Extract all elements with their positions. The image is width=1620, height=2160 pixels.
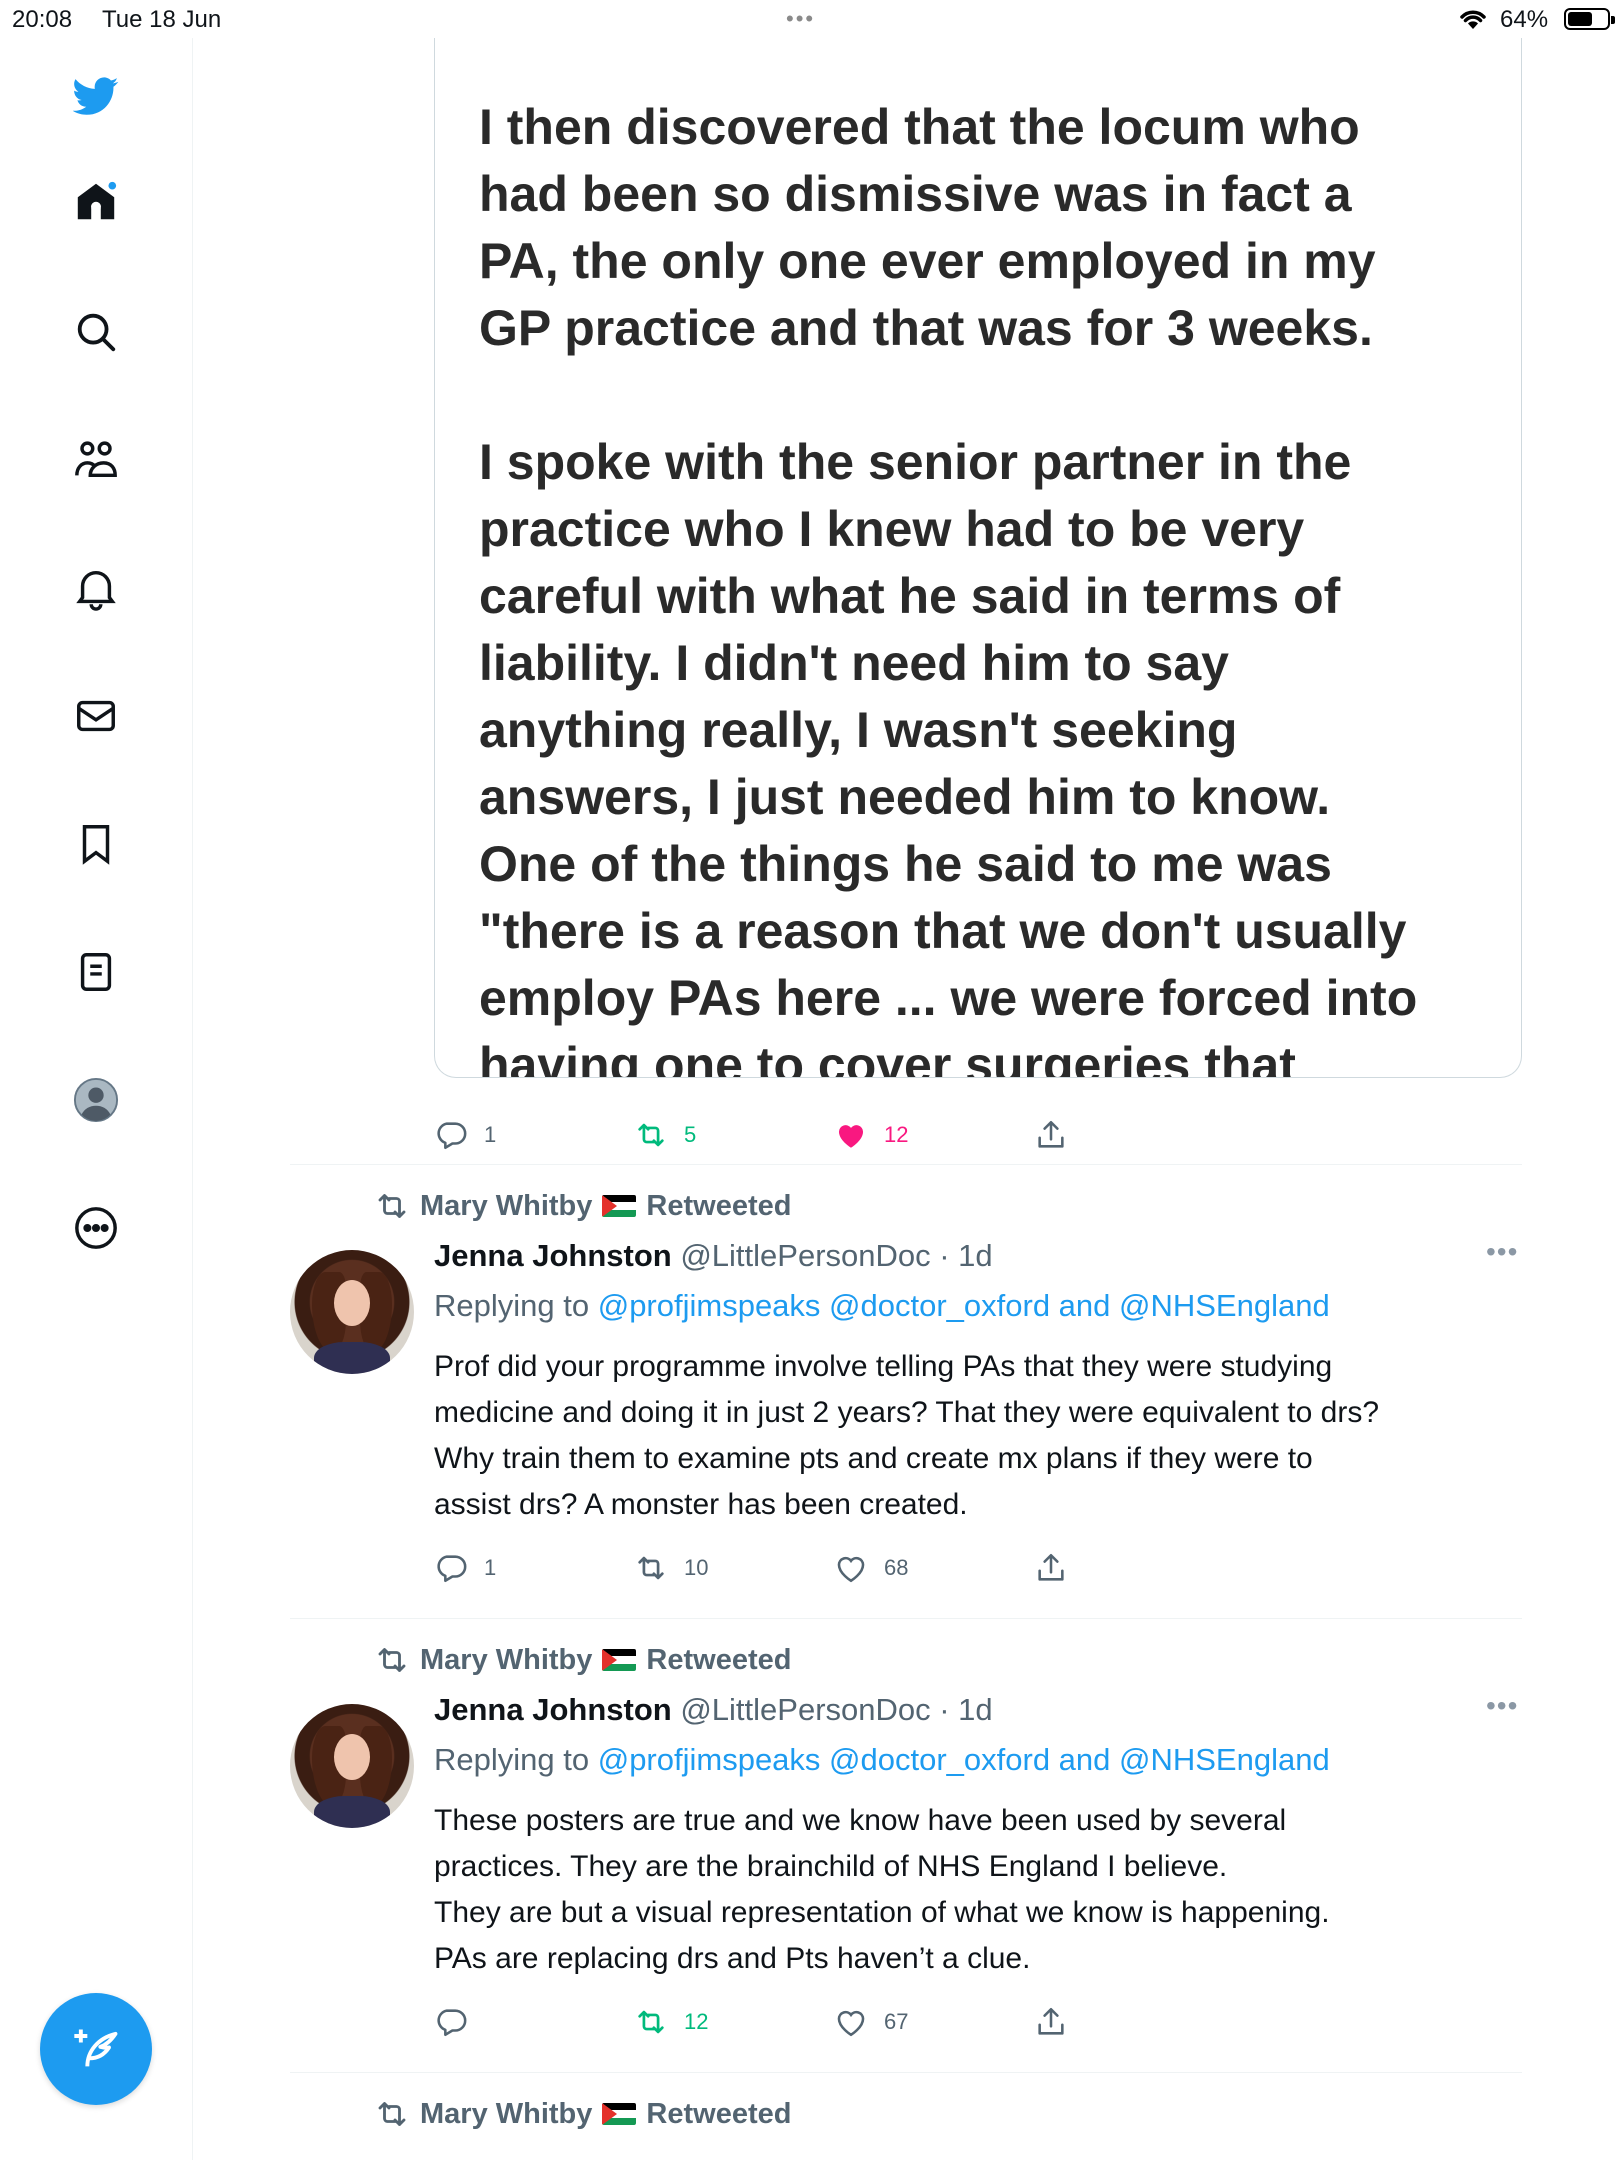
like-button[interactable]: 12 xyxy=(834,1115,908,1155)
retweet-icon xyxy=(638,2010,664,2034)
tweet-more-icon[interactable]: ••• xyxy=(1486,1236,1518,1268)
retweeter-name[interactable]: Mary Whitby xyxy=(420,1644,592,1677)
battery-fill xyxy=(1568,12,1593,26)
reply-icon xyxy=(437,1555,467,1583)
avatar[interactable] xyxy=(290,1250,414,1374)
heart-filled-icon xyxy=(838,1125,864,1148)
compose-tweet-button[interactable] xyxy=(40,1993,152,2105)
battery-percent: 64% xyxy=(1500,6,1549,33)
retweeted-label: Retweeted xyxy=(646,1189,792,1222)
heart-icon xyxy=(837,2010,865,2037)
tweet-header: Jenna Johnston @LittlePersonDoc · 1d xyxy=(434,1692,993,1730)
replying-to-label: Replying to xyxy=(434,1288,598,1323)
share-icon xyxy=(1038,2007,1064,2035)
timeline-feed[interactable]: I then discovered that the locum who had… xyxy=(194,38,1620,2160)
search-icon[interactable] xyxy=(66,302,126,362)
reply-count: 1 xyxy=(484,1122,497,1147)
communities-icon[interactable] xyxy=(66,430,126,490)
battery-icon xyxy=(1564,8,1615,30)
bookmark-icon[interactable] xyxy=(66,814,126,874)
palestine-flag-icon xyxy=(602,1649,637,1671)
tweet-text: Prof did your programme involve telling … xyxy=(434,1350,1379,1521)
avatar[interactable] xyxy=(290,1704,414,1828)
reply-button[interactable] xyxy=(434,2002,484,2042)
retweeted-by-line: Mary Whitby Retweeted xyxy=(374,1642,791,1678)
tweet-actions-3: 12 67 xyxy=(434,2002,1064,2042)
heart-icon xyxy=(837,1556,865,1583)
multitasking-dots-icon[interactable]: ••• xyxy=(786,6,815,32)
like-count: 67 xyxy=(884,2009,909,2034)
tweet[interactable]: Mary Whitby Retweeted Jenna Johnston @Li… xyxy=(290,1618,1522,2072)
author-name[interactable]: Jenna Johnston xyxy=(434,1238,672,1273)
retweeted-by-line: Mary Whitby Retweeted xyxy=(374,1188,791,1224)
share-icon xyxy=(1038,1120,1064,1148)
retweet-icon xyxy=(378,2102,406,2126)
author-name[interactable]: Jenna Johnston xyxy=(434,1692,672,1727)
lists-icon[interactable] xyxy=(66,942,126,1002)
bell-icon[interactable] xyxy=(66,558,126,618)
like-count: 68 xyxy=(884,1555,909,1580)
status-bar: 20:08 Tue 18 Jun ••• 64% xyxy=(0,0,1620,38)
reply-icon xyxy=(437,2009,467,2037)
retweeted-label: Retweeted xyxy=(646,1643,792,1676)
retweet-button[interactable]: 5 xyxy=(634,1115,696,1155)
status-date: Tue 18 Jun xyxy=(102,6,222,33)
tweet[interactable]: Mary Whitby Retweeted xyxy=(290,2072,1522,2160)
reply-button[interactable]: 1 xyxy=(434,1115,496,1155)
retweeter-name[interactable]: Mary Whitby xyxy=(420,1190,592,1223)
like-button[interactable]: 68 xyxy=(834,1548,908,1588)
like-button[interactable]: 67 xyxy=(834,2002,908,2042)
twitter-bird-icon[interactable] xyxy=(66,66,126,126)
retweeter-name[interactable]: Mary Whitby xyxy=(420,2098,592,2131)
tweet-image-card[interactable]: I then discovered that the locum who had… xyxy=(434,38,1522,1078)
share-icon xyxy=(1038,1553,1064,1581)
status-time: 20:08 xyxy=(12,6,73,33)
retweet-button[interactable]: 12 xyxy=(634,2002,708,2042)
like-count: 12 xyxy=(884,1122,909,1147)
tweet-text: These posters are true and we know have … xyxy=(434,1804,1330,1975)
tweet[interactable]: Mary Whitby Retweeted Jenna Johnston @Li… xyxy=(290,1164,1522,1618)
share-button[interactable] xyxy=(1034,2002,1068,2042)
tweet-image-text: I then discovered that the locum who had… xyxy=(479,99,1418,1078)
retweet-count: 12 xyxy=(684,2009,709,2034)
author-handle-time[interactable]: @LittlePersonDoc · 1d xyxy=(680,1238,992,1273)
author-handle-time[interactable]: @LittlePersonDoc · 1d xyxy=(680,1692,992,1727)
mail-icon[interactable] xyxy=(66,686,126,746)
retweet-icon xyxy=(378,1648,406,1672)
more-icon[interactable] xyxy=(66,1198,126,1258)
reply-button[interactable]: 1 xyxy=(434,1548,496,1588)
reply-icon xyxy=(437,1122,467,1150)
retweeted-by-line: Mary Whitby Retweeted xyxy=(374,2096,791,2132)
retweet-count: 5 xyxy=(684,1122,697,1147)
replying-to-links[interactable]: @profjimspeaks @doctor_oxford and @NHSEn… xyxy=(598,1288,1330,1323)
home-icon[interactable] xyxy=(66,172,126,232)
retweet-icon xyxy=(638,1123,664,1147)
palestine-flag-icon xyxy=(602,2103,637,2125)
tweet-header: Jenna Johnston @LittlePersonDoc · 1d xyxy=(434,1238,993,1276)
reply-count: 1 xyxy=(484,1555,497,1580)
retweet-button[interactable]: 10 xyxy=(634,1548,708,1588)
tweet-more-icon[interactable]: ••• xyxy=(1486,1690,1518,1722)
profile-icon[interactable] xyxy=(66,1070,126,1130)
replying-to-line: Replying to @profjimspeaks @doctor_oxfor… xyxy=(434,1742,1330,1778)
share-button[interactable] xyxy=(1034,1115,1068,1155)
tweet-actions-1: 1 5 12 xyxy=(434,1115,1064,1155)
wifi-icon xyxy=(1458,7,1488,38)
retweet-icon xyxy=(378,1194,406,1218)
retweet-count: 10 xyxy=(684,1555,709,1580)
replying-to-links[interactable]: @profjimspeaks @doctor_oxford and @NHSEn… xyxy=(598,1742,1330,1777)
share-button[interactable] xyxy=(1034,1548,1068,1588)
replying-to-line: Replying to @profjimspeaks @doctor_oxfor… xyxy=(434,1288,1330,1324)
replying-to-label: Replying to xyxy=(434,1742,598,1777)
compose-tweet-icon xyxy=(74,2029,118,2067)
tweet-actions-2: 1 10 68 xyxy=(434,1548,1064,1588)
sidebar-nav xyxy=(0,38,193,2160)
retweeted-label: Retweeted xyxy=(646,2097,792,2130)
palestine-flag-icon xyxy=(602,1195,637,1217)
retweet-icon xyxy=(638,1556,664,1580)
